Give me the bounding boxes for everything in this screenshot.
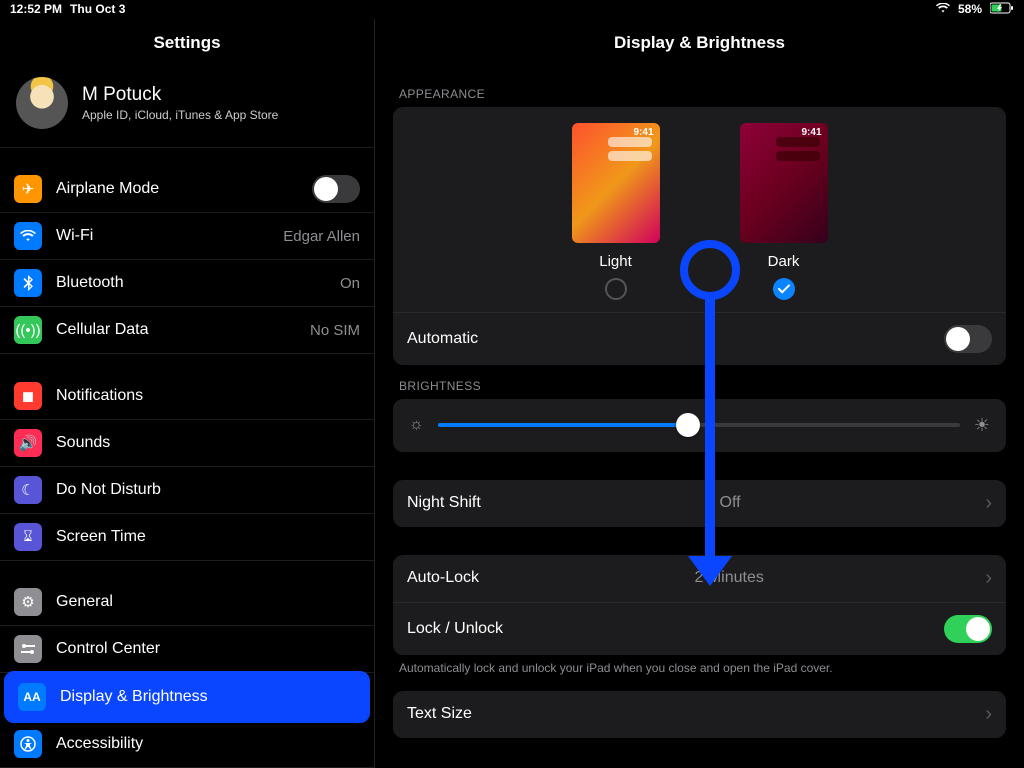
sidebar-item-label: Notifications: [56, 387, 360, 405]
sidebar-item-label: Accessibility: [56, 735, 360, 753]
auto-lock-label: Auto-Lock: [407, 569, 479, 587]
appearance-option-light[interactable]: 9:41 Light: [572, 123, 660, 300]
status-bar: 12:52 PM Thu Oct 3 58%: [0, 0, 1024, 19]
sidebar-item-label: Cellular Data: [56, 321, 296, 339]
appearance-option-dark[interactable]: 9:41 Dark: [740, 123, 828, 300]
profile-sub: Apple ID, iCloud, iTunes & App Store: [82, 108, 278, 122]
sidebar-group-general: ⚙︎ General Control Center AA Display & B…: [0, 579, 374, 768]
sidebar-group-alerts: ◼︎ Notifications 🔊 Sounds ☾ Do Not Distu…: [0, 373, 374, 561]
avatar: [16, 77, 68, 129]
sidebar-item-label: Bluetooth: [56, 274, 326, 292]
moon-icon: ☾: [14, 476, 42, 504]
sidebar-item-label: Airplane Mode: [56, 180, 298, 198]
radio-unchecked[interactable]: [605, 278, 627, 300]
sidebar-item-label: Do Not Disturb: [56, 481, 360, 499]
wifi-icon: [936, 2, 950, 16]
appearance-label: Dark: [740, 253, 828, 270]
sidebar-item-label: Sounds: [56, 434, 360, 452]
text-size-label: Text Size: [407, 705, 472, 723]
sidebar-item-label: Wi-Fi: [56, 227, 269, 245]
lock-unlock-label: Lock / Unlock: [407, 620, 503, 638]
battery-icon: [990, 2, 1014, 17]
airplane-icon: ✈︎: [14, 175, 42, 203]
sidebar-item-general[interactable]: ⚙︎ General: [0, 579, 374, 626]
auto-lock-value: 2 Minutes: [695, 569, 764, 587]
appearance-card: 9:41 Light 9:41 Dark Automatic: [393, 107, 1006, 365]
sidebar-item-control-center[interactable]: Control Center: [0, 626, 374, 673]
status-battery: 58%: [958, 2, 982, 16]
light-preview: 9:41: [572, 123, 660, 243]
figure-icon: [14, 730, 42, 758]
lock-unlock-toggle[interactable]: [944, 615, 992, 643]
sidebar-item-label: Display & Brightness: [60, 688, 356, 706]
sidebar-item-sounds[interactable]: 🔊 Sounds: [0, 420, 374, 467]
status-time: 12:52 PM: [10, 2, 62, 16]
airplane-toggle[interactable]: [312, 175, 360, 203]
apple-id-row[interactable]: M Potuck Apple ID, iCloud, iTunes & App …: [0, 67, 374, 148]
night-shift-row[interactable]: Night Shift Off: [393, 480, 1006, 527]
sidebar-item-wifi[interactable]: Wi-Fi Edgar Allen: [0, 213, 374, 260]
slider-track[interactable]: [438, 423, 960, 427]
dark-preview: 9:41: [740, 123, 828, 243]
lock-unlock-note: Automatically lock and unlock your iPad …: [393, 655, 1006, 691]
sidebar-item-bluetooth[interactable]: Bluetooth On: [0, 260, 374, 307]
sidebar-item-cellular[interactable]: ((•)) Cellular Data No SIM: [0, 307, 374, 354]
hourglass-icon: ⌛︎: [14, 523, 42, 551]
sidebar-title: Settings: [0, 19, 374, 67]
status-date: Thu Oct 3: [70, 2, 125, 16]
sidebar-item-label: Screen Time: [56, 528, 360, 546]
sidebar-item-notifications[interactable]: ◼︎ Notifications: [0, 373, 374, 420]
switches-icon: [14, 635, 42, 663]
sidebar-item-detail: Edgar Allen: [283, 228, 360, 245]
detail-title: Display & Brightness: [375, 19, 1024, 73]
gear-icon: ⚙︎: [14, 588, 42, 616]
detail-pane: Display & Brightness APPEARANCE 9:41 Lig…: [375, 19, 1024, 768]
appearance-header: APPEARANCE: [393, 73, 1006, 107]
profile-name: M Potuck: [82, 84, 278, 106]
sidebar-item-label: Control Center: [56, 640, 360, 658]
appearance-label: Light: [572, 253, 660, 270]
sun-low-icon: ☼: [409, 416, 424, 434]
sidebar-group-network: ✈︎ Airplane Mode Wi-Fi Edgar Allen Bluet…: [0, 166, 374, 354]
bluetooth-icon: [14, 269, 42, 297]
bell-icon: ◼︎: [14, 382, 42, 410]
brightness-slider[interactable]: ☼ ☀︎: [393, 399, 1006, 452]
radio-checked[interactable]: [773, 278, 795, 300]
automatic-label: Automatic: [407, 330, 478, 348]
aa-icon: AA: [18, 683, 46, 711]
night-shift-value: Off: [720, 494, 741, 512]
wifi-icon: [14, 222, 42, 250]
sidebar-item-dnd[interactable]: ☾ Do Not Disturb: [0, 467, 374, 514]
speaker-icon: 🔊: [14, 429, 42, 457]
brightness-card: ☼ ☀︎: [393, 399, 1006, 452]
automatic-row: Automatic: [393, 312, 1006, 365]
lock-unlock-row: Lock / Unlock: [393, 602, 1006, 655]
sidebar-item-display[interactable]: AA Display & Brightness: [6, 673, 368, 721]
sidebar-item-airplane[interactable]: ✈︎ Airplane Mode: [0, 166, 374, 213]
settings-sidebar: Settings M Potuck Apple ID, iCloud, iTun…: [0, 19, 375, 768]
sidebar-item-screentime[interactable]: ⌛︎ Screen Time: [0, 514, 374, 561]
text-size-row[interactable]: Text Size: [393, 691, 1006, 738]
sidebar-item-detail: On: [340, 275, 360, 292]
sidebar-item-accessibility[interactable]: Accessibility: [0, 721, 374, 768]
antenna-icon: ((•)): [14, 316, 42, 344]
sidebar-item-detail: No SIM: [310, 322, 360, 339]
sun-high-icon: ☀︎: [974, 415, 990, 436]
brightness-header: BRIGHTNESS: [393, 365, 1006, 399]
sidebar-item-label: General: [56, 593, 360, 611]
auto-lock-row[interactable]: Auto-Lock 2 Minutes: [393, 555, 1006, 602]
automatic-toggle[interactable]: [944, 325, 992, 353]
night-shift-label: Night Shift: [407, 494, 481, 512]
